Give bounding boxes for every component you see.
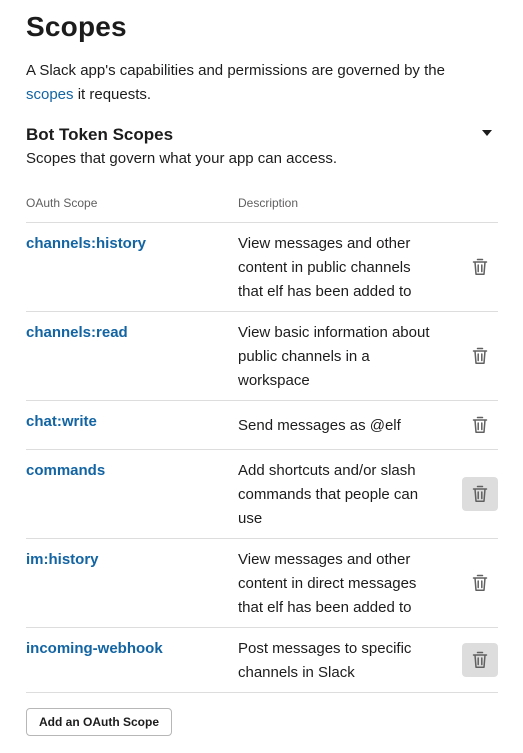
delete-scope-button[interactable] xyxy=(462,566,498,600)
intro-text: A Slack app's capabilities and permissio… xyxy=(26,59,496,107)
trash-icon xyxy=(472,258,488,275)
column-header-scope: OAuth Scope xyxy=(26,196,98,210)
trash-icon xyxy=(472,416,488,433)
table-row: channels:read View basic information abo… xyxy=(26,312,498,401)
scope-description: Add shortcuts and/or slash commands that… xyxy=(238,462,419,527)
scope-name[interactable]: channels:history xyxy=(26,232,146,256)
table-row: incoming-webhook Post messages to specif… xyxy=(26,628,498,693)
table-row: channels:history View messages and other… xyxy=(26,223,498,312)
intro-text-end: it requests. xyxy=(73,86,152,103)
add-oauth-scope-button[interactable]: Add an OAuth Scope xyxy=(26,708,172,736)
table-row: im:history View messages and other conte… xyxy=(26,539,498,628)
table-row: commands Add shortcuts and/or slash comm… xyxy=(26,450,498,539)
scope-name[interactable]: incoming-webhook xyxy=(26,637,163,661)
trash-icon xyxy=(472,347,488,364)
section-subtitle: Scopes that govern what your app can acc… xyxy=(26,150,338,167)
trash-icon xyxy=(472,651,488,668)
table-row: chat:write Send messages as @elf xyxy=(26,401,498,450)
table-header: OAuth Scope Description xyxy=(26,192,498,223)
column-header-description: Description xyxy=(238,196,299,210)
delete-scope-button[interactable] xyxy=(462,339,498,373)
scope-name[interactable]: chat:write xyxy=(26,410,97,434)
delete-scope-button[interactable] xyxy=(462,408,498,442)
delete-scope-button[interactable] xyxy=(462,250,498,284)
bot-token-scopes-header: Bot Token Scopes xyxy=(26,123,498,147)
intro-text-start: A Slack app's capabilities and permissio… xyxy=(26,62,445,79)
scope-description: View messages and other content in direc… xyxy=(238,551,417,616)
scope-name[interactable]: im:history xyxy=(26,548,99,572)
page-title: Scopes xyxy=(26,11,127,42)
trash-icon xyxy=(472,574,488,591)
delete-scope-button[interactable] xyxy=(462,477,498,511)
scopes-table: OAuth Scope Description channels:history… xyxy=(26,192,498,693)
scope-description: View messages and other content in publi… xyxy=(238,235,412,300)
trash-icon xyxy=(472,485,488,502)
scope-description: Send messages as @elf xyxy=(238,417,401,434)
scope-description: Post messages to specific channels in Sl… xyxy=(238,640,412,681)
caret-down-icon[interactable] xyxy=(482,130,492,136)
scope-description: View basic information about public chan… xyxy=(238,324,430,389)
scope-name[interactable]: channels:read xyxy=(26,321,128,345)
section-title: Bot Token Scopes xyxy=(26,125,174,144)
delete-scope-button[interactable] xyxy=(462,643,498,677)
scopes-link[interactable]: scopes xyxy=(26,86,74,103)
scope-name[interactable]: commands xyxy=(26,459,105,483)
